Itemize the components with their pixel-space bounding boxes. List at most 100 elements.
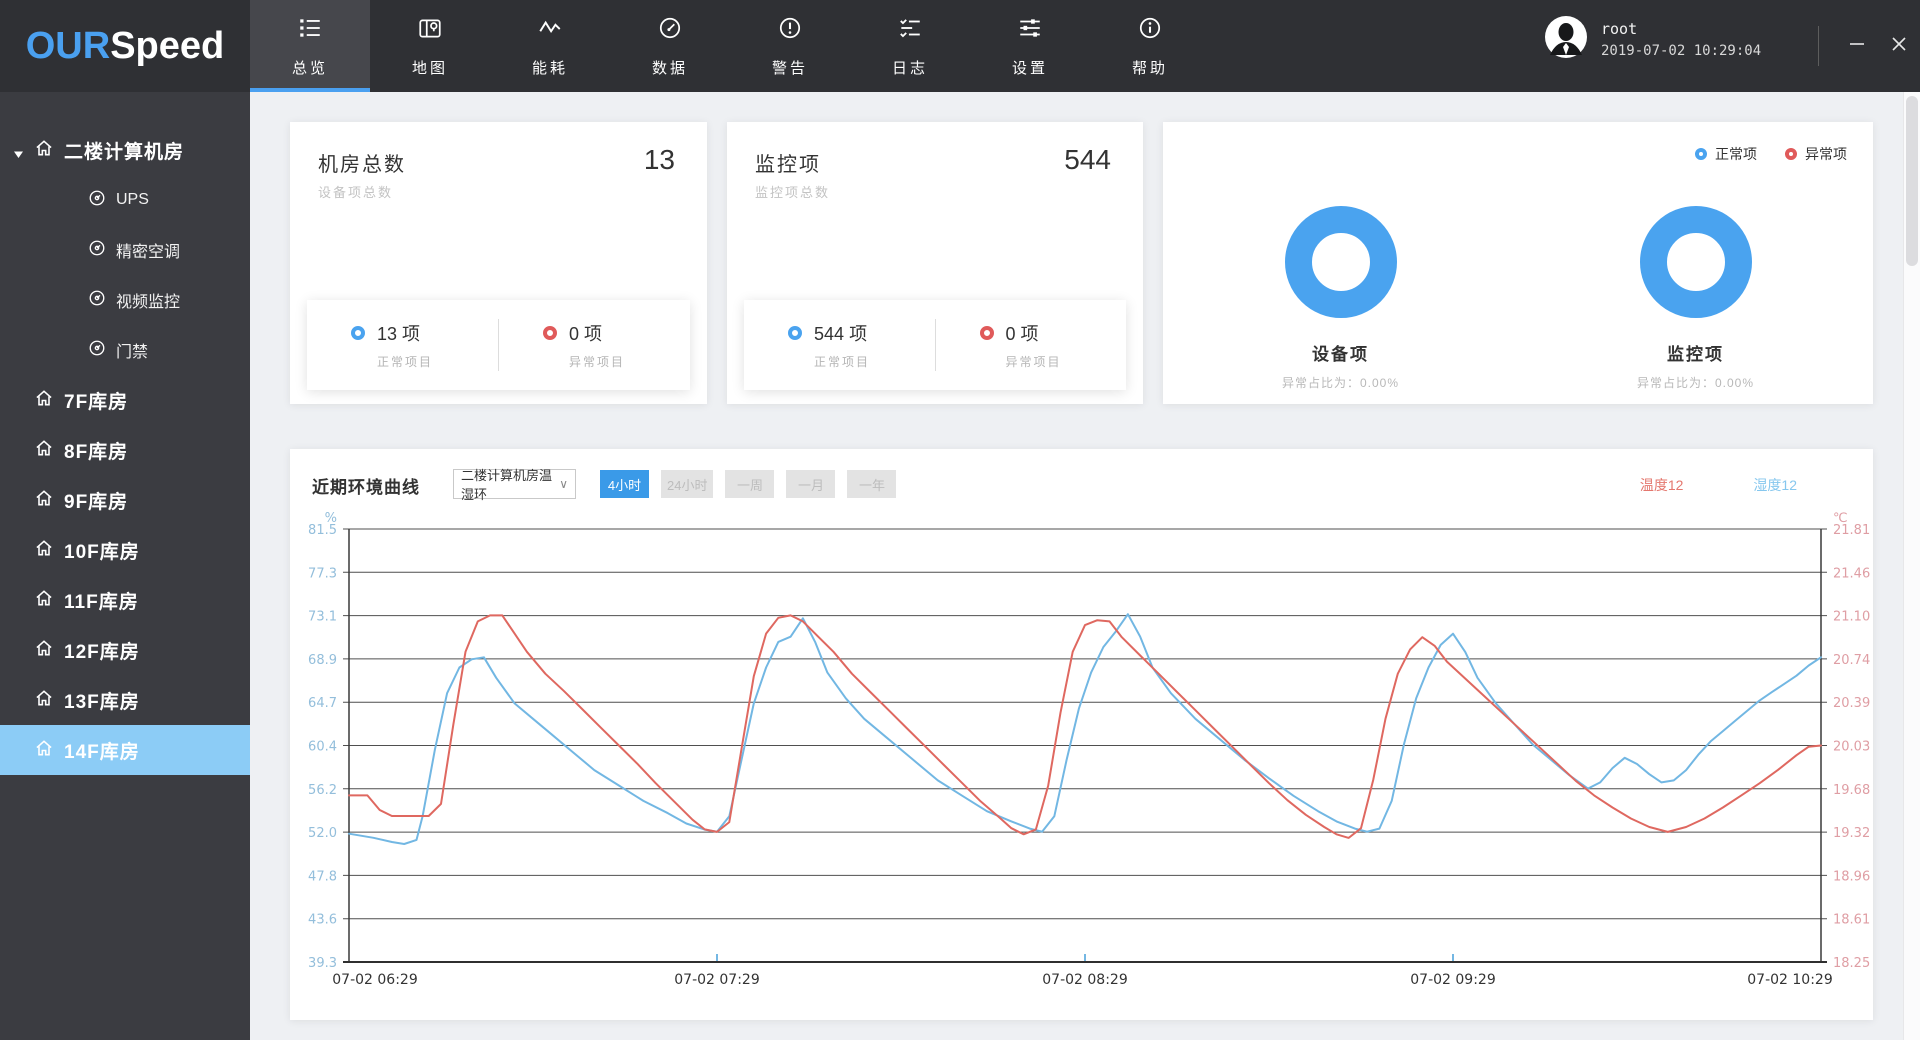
app-logo: OURSpeed: [0, 0, 250, 92]
environment-line-chart: 81.521.8177.321.4673.121.1068.920.7464.7…: [290, 511, 1873, 1020]
normal-unit: 项: [402, 324, 420, 344]
stat-panel: 13 项 正常项目 0 项 异常项目: [307, 300, 690, 390]
nav-item-data[interactable]: 数据: [610, 0, 730, 92]
sidebar-item-video-monitor[interactable]: 视频监控: [0, 275, 250, 325]
avatar: [1544, 15, 1588, 64]
normal-caption: 正常项目: [377, 353, 433, 370]
donut-label: 监控项: [1518, 340, 1873, 365]
range-button-week[interactable]: 一周: [725, 470, 774, 498]
card-subtitle: 设备项总数: [318, 182, 393, 201]
abnormal-unit: 项: [1021, 324, 1039, 344]
card-total-value: 544: [1064, 144, 1111, 176]
device-donut-block: 设备项 异常占比为：0.00%: [1163, 206, 1518, 391]
svg-text:43.6: 43.6: [308, 913, 337, 928]
svg-text:21.10: 21.10: [1833, 610, 1870, 625]
svg-text:56.2: 56.2: [308, 783, 337, 798]
abnormal-caption: 异常项目: [1006, 353, 1062, 370]
sidebar-item-13f[interactable]: 13F库房: [0, 675, 250, 725]
svg-text:19.32: 19.32: [1833, 826, 1870, 841]
nav-item-energy[interactable]: 能耗: [490, 0, 610, 92]
donut-legend: 正常项 异常项: [1695, 144, 1847, 164]
minimize-button[interactable]: [1836, 0, 1878, 92]
minimize-icon: [1848, 33, 1866, 59]
nav-item-alert[interactable]: 警告: [730, 0, 850, 92]
svg-text:21.46: 21.46: [1833, 566, 1870, 581]
normal-ring-icon: [788, 326, 802, 340]
sidebar-item-label: 视频监控: [116, 288, 180, 312]
title-bar: OURSpeed 总览 地图 能耗 数据 警告 日志 设置: [0, 0, 1920, 92]
svg-text:18.96: 18.96: [1833, 869, 1870, 884]
sidebar-item-14f[interactable]: 14F库房: [0, 725, 250, 775]
nav-label: 警告: [772, 57, 808, 78]
nav-item-map[interactable]: 地图: [370, 0, 490, 92]
svg-text:68.9: 68.9: [308, 653, 337, 668]
nav-item-overview[interactable]: 总览: [250, 0, 370, 92]
home-icon: [34, 388, 54, 413]
donut-note: 异常占比为：0.00%: [1518, 374, 1873, 391]
range-button-month[interactable]: 一月: [786, 470, 835, 498]
environment-chart-card: 近期环境曲线 二楼计算机房温湿环 ∨ 4小时 24小时 一周 一月 一年 温度1…: [290, 449, 1873, 1020]
sidebar-item-8f[interactable]: 8F库房: [0, 425, 250, 475]
svg-text:%: %: [325, 511, 337, 526]
abnormal-stat: 0 项 异常项目: [499, 300, 690, 390]
legend-humidity[interactable]: 湿度12: [1753, 475, 1797, 495]
nav-item-settings[interactable]: 设置: [970, 0, 1090, 92]
scrollbar-thumb[interactable]: [1906, 96, 1918, 266]
range-button-24h[interactable]: 24小时: [661, 470, 713, 498]
main-nav: 总览 地图 能耗 数据 警告 日志 设置 帮助: [250, 0, 1210, 92]
sidebar-item-label: 二楼计算机房: [64, 137, 184, 164]
nav-item-help[interactable]: 帮助: [1090, 0, 1210, 92]
sidebar-item-12f[interactable]: 12F库房: [0, 625, 250, 675]
chevron-down-icon: ∨: [559, 477, 568, 491]
monitor-donut-block: 监控项 异常占比为：0.00%: [1518, 206, 1873, 391]
svg-text:18.25: 18.25: [1833, 956, 1870, 971]
user-menu[interactable]: root 2019-07-02 10:29:04: [1544, 15, 1761, 64]
energy-icon: [537, 15, 563, 46]
home-icon: [34, 738, 54, 763]
nav-label: 地图: [412, 57, 448, 78]
card-subtitle: 监控项总数: [755, 182, 830, 201]
stat-panel: 544 项 正常项目 0 项 异常项目: [744, 300, 1126, 390]
normal-ring-icon: [1695, 148, 1707, 160]
sidebar-item-label: 11F库房: [64, 587, 139, 614]
sidebar-item-precision-ac[interactable]: 精密空调: [0, 225, 250, 275]
sidebar-item-access-control[interactable]: 门禁: [0, 325, 250, 375]
sidebar-item-10f[interactable]: 10F库房: [0, 525, 250, 575]
sidebar-item-label: 门禁: [116, 338, 148, 362]
room-selector-dropdown[interactable]: 二楼计算机房温湿环 ∨: [453, 469, 576, 499]
chart-title: 近期环境曲线: [312, 473, 420, 498]
normal-stat: 544 项 正常项目: [744, 300, 935, 390]
legend-temperature[interactable]: 温度12: [1640, 475, 1684, 495]
close-button[interactable]: [1878, 0, 1920, 92]
sidebar-item-label: 14F库房: [64, 737, 140, 764]
sidebar-item-label: 精密空调: [116, 238, 180, 262]
card-title: 机房总数: [318, 148, 406, 177]
svg-text:20.74: 20.74: [1833, 653, 1870, 668]
sidebar-item-room-2f[interactable]: 二楼计算机房: [0, 125, 250, 175]
svg-text:℃: ℃: [1833, 511, 1848, 526]
series-legend: 温度12 湿度12: [1640, 475, 1797, 495]
home-icon: [34, 438, 54, 463]
range-button-4h[interactable]: 4小时: [600, 470, 649, 498]
help-icon: [1137, 15, 1163, 46]
sidebar-item-11f[interactable]: 11F库房: [0, 575, 250, 625]
legend-label: 正常项: [1715, 144, 1757, 164]
svg-text:19.68: 19.68: [1833, 783, 1870, 798]
scrollbar[interactable]: [1903, 92, 1920, 1040]
svg-text:07-02 08:29: 07-02 08:29: [1042, 972, 1127, 988]
svg-text:18.61: 18.61: [1833, 913, 1870, 928]
range-button-year[interactable]: 一年: [847, 470, 896, 498]
sidebar-item-7f[interactable]: 7F库房: [0, 375, 250, 425]
svg-text:07-02 06:29: 07-02 06:29: [332, 972, 417, 988]
current-datetime: 2019-07-02 10:29:04: [1601, 43, 1761, 59]
svg-text:73.1: 73.1: [308, 610, 337, 625]
svg-text:52.0: 52.0: [308, 826, 337, 841]
gauge-icon: [88, 289, 106, 312]
nav-item-log[interactable]: 日志: [850, 0, 970, 92]
nav-label: 能耗: [532, 57, 568, 78]
sidebar-item-ups[interactable]: UPS: [0, 175, 250, 225]
username: root: [1601, 20, 1761, 38]
home-icon: [34, 538, 54, 563]
gauge-icon: [88, 339, 106, 362]
sidebar-item-9f[interactable]: 9F库房: [0, 475, 250, 525]
